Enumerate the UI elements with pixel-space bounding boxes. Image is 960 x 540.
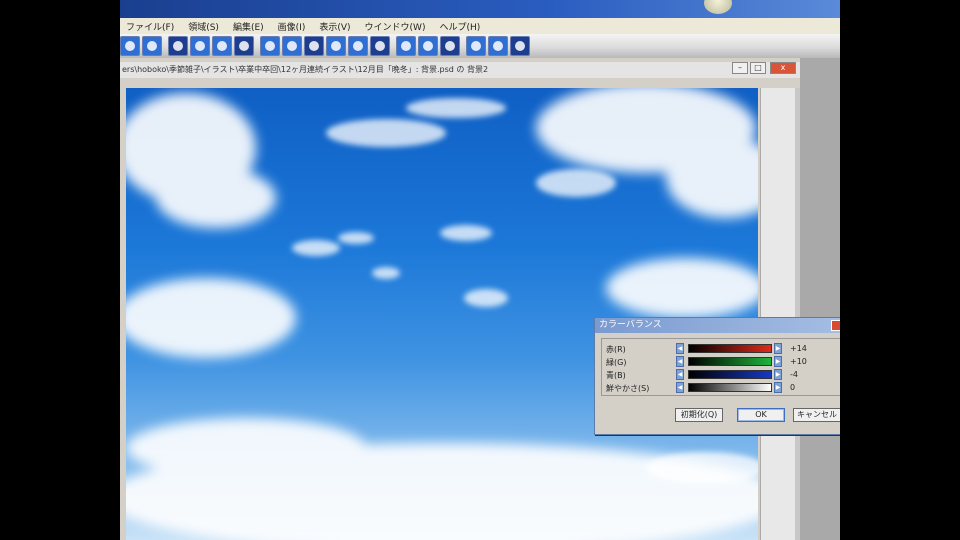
image-icon[interactable]: [190, 36, 210, 56]
gradient-icon-glyph: [353, 41, 363, 51]
menu-bar: ファイル(F) 領域(S) 編集(E) 画像(I) 表示(V) ウインドウ(W)…: [120, 18, 840, 34]
row-label: 緑(G): [606, 358, 627, 367]
rotate-icon-glyph: [471, 41, 481, 51]
image-icon-glyph: [195, 41, 205, 51]
menu-select[interactable]: 領域(S): [188, 20, 219, 33]
stamp-icon[interactable]: [370, 36, 390, 56]
menu-image[interactable]: 画像(I): [278, 20, 306, 33]
copy-icon[interactable]: [234, 36, 254, 56]
decrement-arrow-icon[interactable]: ◀: [676, 382, 684, 393]
color-balance-row: 青(B) ◀ ▶ -4: [602, 369, 840, 381]
color-icon[interactable]: [440, 36, 460, 56]
gradient-icon[interactable]: [348, 36, 368, 56]
app-window: ファイル(F) 領域(S) 編集(E) 画像(I) 表示(V) ウインドウ(W)…: [120, 0, 840, 540]
decrement-arrow-icon[interactable]: ◀: [676, 369, 684, 380]
menu-edit[interactable]: 編集(E): [233, 20, 264, 33]
increment-arrow-icon[interactable]: ▶: [774, 382, 782, 393]
pen-icon-glyph: [331, 41, 341, 51]
color-balance-dialog: カラーバランス x 赤(R) ◀ ▶ +14 緑(G) ◀ ▶ +10 青(B) ◀ ▶ -4 鮮やかさ…: [594, 317, 840, 435]
cloud-icon-glyph: [217, 41, 227, 51]
filter-icon-glyph: [287, 41, 297, 51]
row-label: 鮮やかさ(S): [606, 384, 650, 393]
document-title: ers\hoboko\季節雑子\イラスト\卒業中卒回\12ヶ月連続イラスト\12…: [120, 62, 800, 78]
stamp-icon-glyph: [375, 41, 385, 51]
row-value: +14: [790, 344, 807, 353]
row-label: 青(B): [606, 371, 626, 380]
filter-icon[interactable]: [282, 36, 302, 56]
row-value: +10: [790, 357, 807, 366]
decrement-arrow-icon[interactable]: ◀: [676, 343, 684, 354]
sky-clouds-image: [126, 88, 758, 540]
toolbar: [120, 34, 840, 58]
pen-icon[interactable]: [326, 36, 346, 56]
globe-icon-glyph: [147, 41, 157, 51]
menu-help[interactable]: ヘルプ(H): [439, 20, 480, 33]
side-panel-area: [800, 58, 840, 540]
close-button[interactable]: x: [770, 62, 796, 74]
rotate-icon[interactable]: [466, 36, 486, 56]
row-value: -4: [790, 370, 798, 379]
eraser-icon-glyph: [423, 41, 433, 51]
color-slider[interactable]: [688, 383, 772, 392]
zoom-icon[interactable]: [304, 36, 324, 56]
cancel-button[interactable]: キャンセル: [793, 408, 840, 422]
brush-icon-glyph: [265, 41, 275, 51]
row-label: 赤(R): [606, 345, 626, 354]
layer-icon-glyph: [125, 41, 135, 51]
increment-arrow-icon[interactable]: ▶: [774, 369, 782, 380]
increment-arrow-icon[interactable]: ▶: [774, 343, 782, 354]
color-slider[interactable]: [688, 370, 772, 379]
globe-icon[interactable]: [142, 36, 162, 56]
eraser-icon[interactable]: [418, 36, 438, 56]
menu-view[interactable]: 表示(V): [319, 20, 350, 33]
color-balance-row: 緑(G) ◀ ▶ +10: [602, 356, 840, 368]
folder-icon-glyph: [173, 41, 183, 51]
zoom-icon-glyph: [309, 41, 319, 51]
menu-window[interactable]: ウインドウ(W): [365, 20, 426, 33]
cloud-icon[interactable]: [212, 36, 232, 56]
color-balance-panel: 赤(R) ◀ ▶ +14 緑(G) ◀ ▶ +10 青(B) ◀ ▶ -4 鮮やかさ(S) ◀ ▶ 0: [601, 338, 840, 396]
settings-icon[interactable]: [510, 36, 530, 56]
settings-icon-glyph: [515, 41, 525, 51]
increment-arrow-icon[interactable]: ▶: [774, 356, 782, 367]
color-slider[interactable]: [688, 344, 772, 353]
decorative-orb: [704, 0, 732, 14]
brush-icon[interactable]: [260, 36, 280, 56]
restore-button[interactable]: □: [750, 62, 766, 74]
dialog-title: カラーバランス: [595, 318, 840, 333]
dialog-close-button[interactable]: x: [831, 320, 840, 331]
folder-icon[interactable]: [168, 36, 188, 56]
vertical-scrollbar[interactable]: [760, 88, 801, 540]
color-balance-row: 赤(R) ◀ ▶ +14: [602, 343, 840, 355]
color-icon-glyph: [445, 41, 455, 51]
decrement-arrow-icon[interactable]: ◀: [676, 356, 684, 367]
ok-button[interactable]: OK: [737, 408, 785, 422]
layer-icon[interactable]: [120, 36, 140, 56]
color-slider[interactable]: [688, 357, 772, 366]
search-icon-glyph: [493, 41, 503, 51]
search-icon[interactable]: [488, 36, 508, 56]
color-balance-row: 鮮やかさ(S) ◀ ▶ 0: [602, 382, 840, 394]
scissors-icon-glyph: [401, 41, 411, 51]
copy-icon-glyph: [239, 41, 249, 51]
reset-button[interactable]: 初期化(Q): [675, 408, 723, 422]
menu-file[interactable]: ファイル(F): [126, 20, 174, 33]
row-value: 0: [790, 383, 796, 392]
scissors-icon[interactable]: [396, 36, 416, 56]
minimize-button[interactable]: –: [732, 62, 748, 74]
image-canvas[interactable]: [126, 88, 758, 540]
title-bar: [120, 0, 840, 18]
